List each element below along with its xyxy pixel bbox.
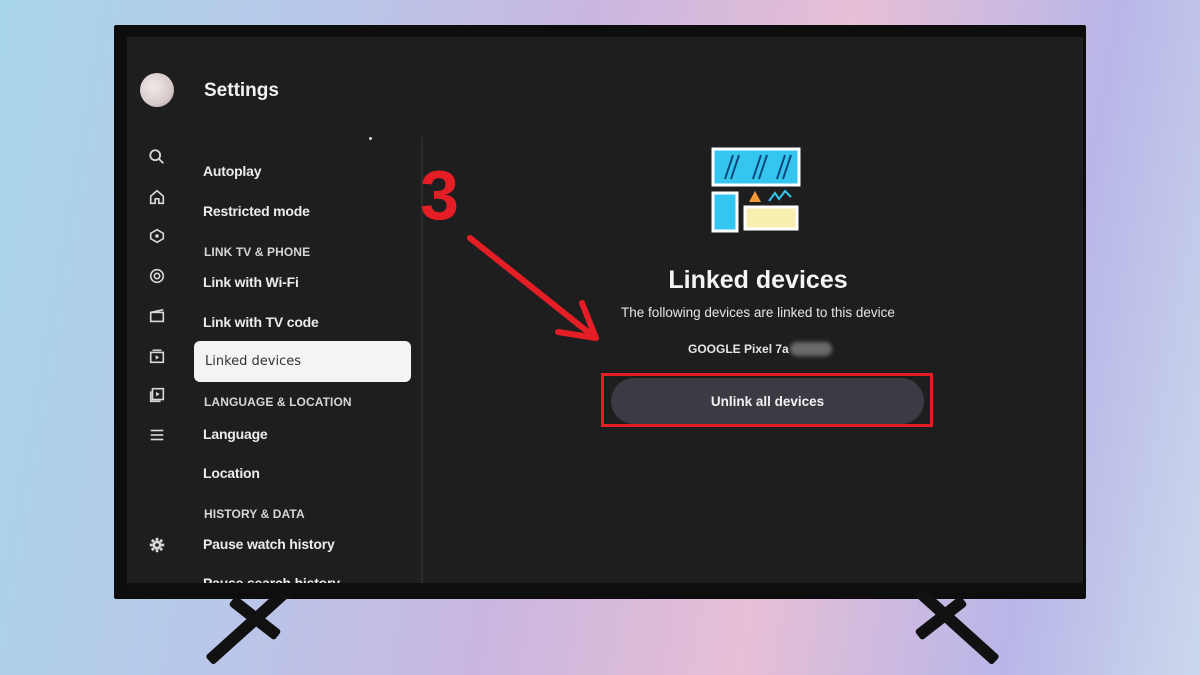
menu-item-linked-devices[interactable]: Linked devices [194, 341, 411, 382]
linked-device: GOOGLE Pixel 7a [688, 342, 832, 356]
section-history-data: HISTORY & DATA [204, 507, 305, 521]
scroll-indicator [369, 137, 372, 140]
page-title: Settings [204, 80, 279, 101]
menu-item-autoplay[interactable]: Autoplay [203, 163, 261, 179]
menu-item-restricted-mode[interactable]: Restricted mode [203, 203, 310, 219]
menu-item-location[interactable]: Location [203, 465, 260, 481]
gear-icon[interactable] [147, 535, 167, 555]
avatar[interactable] [140, 73, 174, 107]
movies-icon[interactable] [147, 306, 167, 326]
step-number-annotation: 3 [420, 156, 459, 234]
subscriptions-icon[interactable] [147, 346, 167, 366]
section-link-tv-phone: LINK TV & PHONE [204, 245, 311, 259]
menu-icon[interactable] [147, 425, 167, 445]
menu-item-link-tv-code[interactable]: Link with TV code [203, 314, 319, 330]
menu-item-pause-watch-history[interactable]: Pause watch history [203, 536, 335, 552]
section-language-location: LANGUAGE & LOCATION [204, 395, 352, 409]
menu-item-link-wifi[interactable]: Link with Wi-Fi [203, 274, 299, 290]
menu-item-language[interactable]: Language [203, 426, 268, 442]
search-icon[interactable] [147, 147, 167, 167]
explore-icon[interactable] [147, 226, 167, 246]
device-name: GOOGLE Pixel 7a [688, 342, 789, 356]
screen-bottom-bezel [127, 583, 1083, 593]
redacted-text [789, 342, 832, 356]
home-icon[interactable] [147, 187, 167, 207]
highlight-box-annotation [601, 373, 933, 427]
library-icon[interactable] [147, 385, 167, 405]
live-icon[interactable] [147, 266, 167, 286]
linked-devices-illustration-icon [711, 147, 801, 233]
arrow-annotation-icon [467, 235, 599, 341]
